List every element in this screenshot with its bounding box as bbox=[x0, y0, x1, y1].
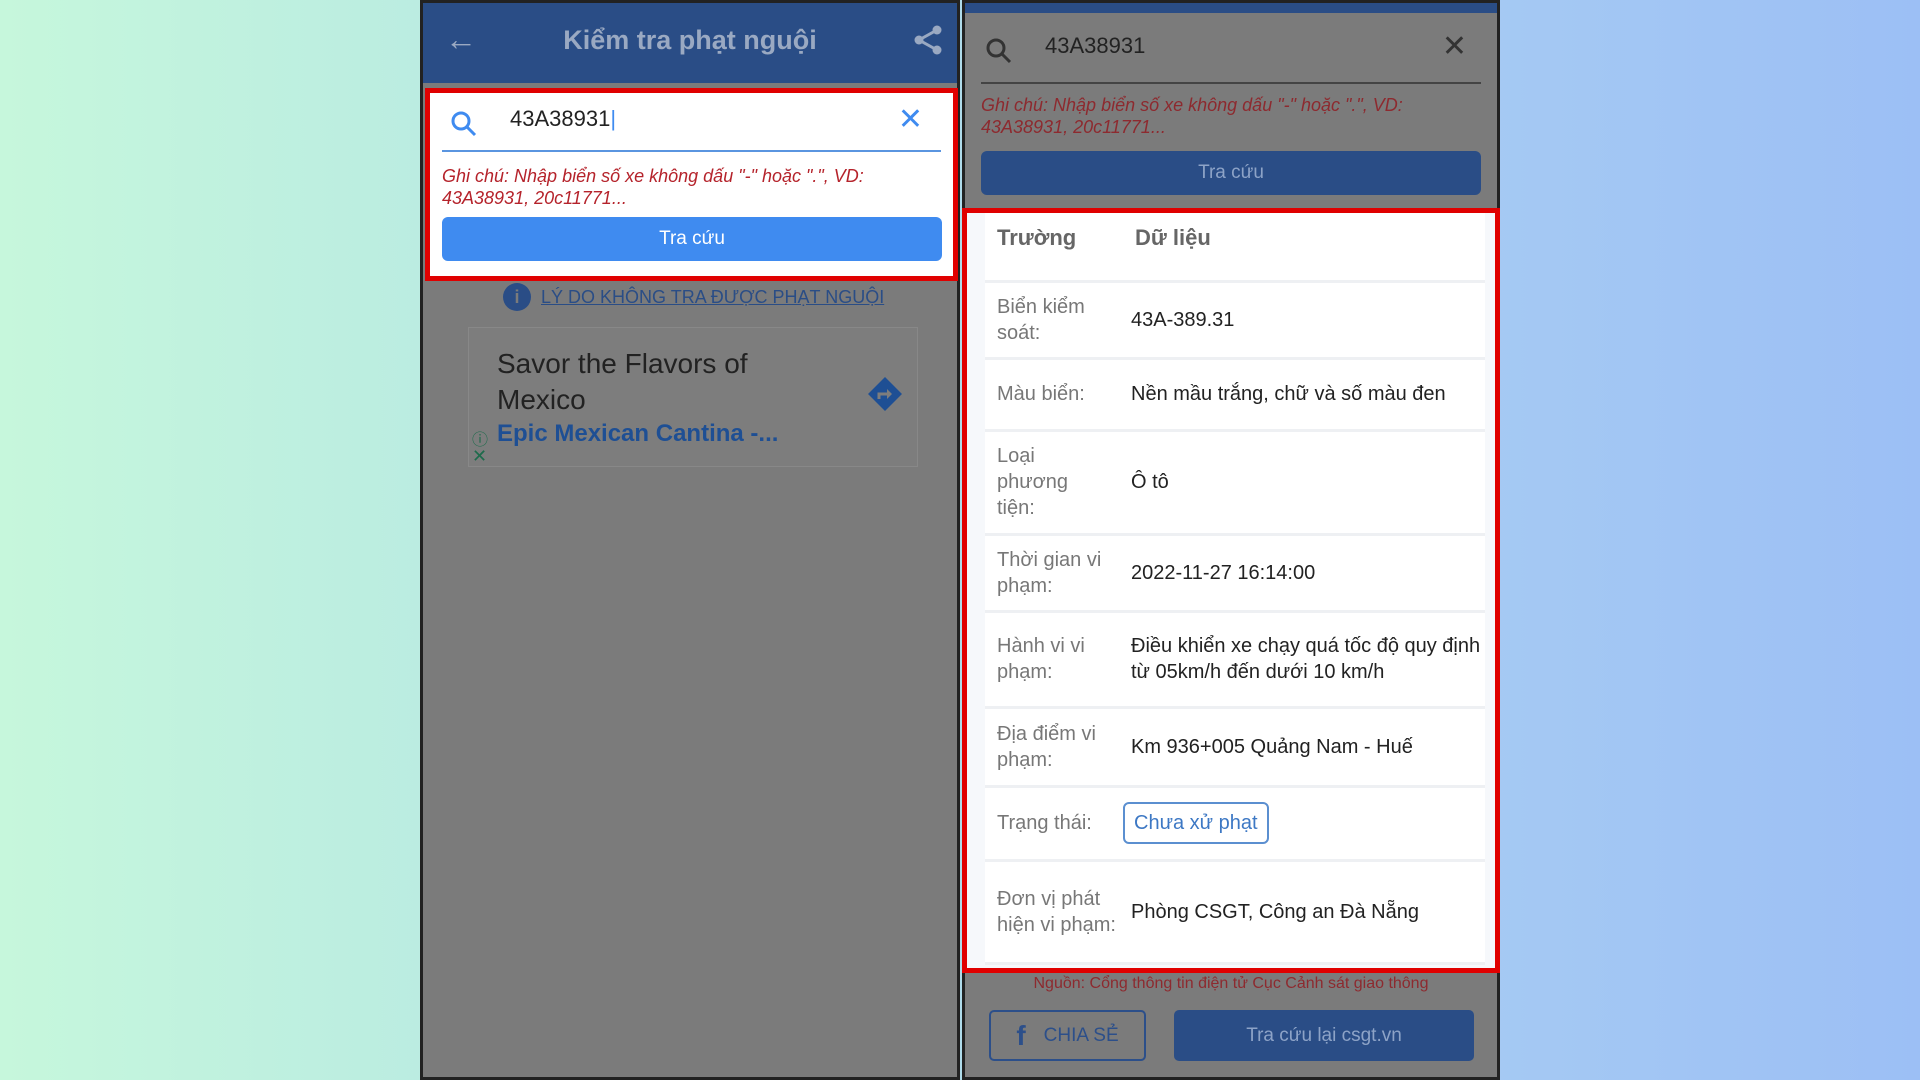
table-row: Biển kiểm soát: 43A-389.31 bbox=[985, 281, 1485, 360]
reason-link-text[interactable]: LÝ DO KHÔNG TRA ĐƯỢC PHẠT NGUỘI bbox=[541, 287, 884, 308]
header-field: Trường bbox=[985, 213, 1123, 283]
table-row: Màu biển: Nền mầu trắng, chữ và số màu đe… bbox=[985, 358, 1485, 432]
input-underline bbox=[442, 150, 941, 152]
reason-link[interactable]: i LÝ DO KHÔNG TRA ĐƯỢC PHẠT NGUỘI bbox=[503, 283, 884, 311]
input-underline bbox=[981, 82, 1481, 84]
search-icon bbox=[450, 110, 478, 143]
share-label: CHIA SẺ bbox=[1043, 1024, 1119, 1046]
page-title: Kiểm tra phạt nguội bbox=[563, 25, 817, 55]
field-label: Địa điểm vi phạm: bbox=[985, 707, 1123, 788]
search-panel: 43A38931| ✕ Ghi chú: Nhập biển số xe khô… bbox=[425, 88, 958, 281]
ad-close-icon[interactable]: ✕ bbox=[472, 446, 487, 467]
field-label: Hành vi vi phạm: bbox=[985, 611, 1123, 709]
clear-search-button[interactable]: ✕ bbox=[1442, 29, 1467, 64]
status-badge: Chưa xử phạt bbox=[1123, 802, 1269, 844]
table-row: Trạng thái: Chưa xử phạt bbox=[985, 786, 1485, 862]
header-data: Dữ liệu bbox=[1123, 213, 1485, 283]
plate-search-input[interactable]: 43A38931 bbox=[1045, 33, 1145, 59]
app-header-strip bbox=[965, 3, 1497, 13]
field-value: 2022-11-27 16:14:00 bbox=[1123, 534, 1485, 613]
share-facebook-button[interactable]: f CHIA SẺ bbox=[989, 1010, 1146, 1061]
plate-search-input[interactable]: 43A38931| bbox=[510, 106, 616, 132]
ad-advertiser[interactable]: Epic Mexican Cantina -... bbox=[497, 420, 778, 448]
input-note: Ghi chú: Nhập biển số xe không dấu "-" h… bbox=[442, 166, 864, 208]
field-label: Trạng thái: bbox=[985, 786, 1123, 862]
field-label: Biển kiểm soát: bbox=[985, 281, 1123, 360]
share-icon[interactable] bbox=[913, 25, 943, 60]
field-value: Nền mầu trắng, chữ và số màu đen bbox=[1123, 358, 1485, 432]
field-label: Thời gian vi phạm: bbox=[985, 534, 1123, 613]
field-value: Ô tô bbox=[1123, 430, 1485, 536]
input-note: Ghi chú: Nhập biển số xe không dấu "-" h… bbox=[981, 95, 1403, 137]
left-phone-screen: ← Kiểm tra phạt nguội 43A38931| ✕ Ghi ch… bbox=[420, 0, 960, 1080]
field-label: Màu biển: bbox=[985, 358, 1123, 432]
field-value: Điều khiển xe chạy quá tốc độ quy định t… bbox=[1123, 611, 1485, 709]
recheck-csgt-button[interactable]: Tra cứu lại csgt.vn bbox=[1174, 1010, 1474, 1061]
clear-search-button[interactable]: ✕ bbox=[898, 102, 923, 137]
right-phone-screen: 43A38931 ✕ Ghi chú: Nhập biển số xe khôn… bbox=[962, 0, 1500, 1080]
search-button[interactable]: Tra cứu bbox=[442, 217, 942, 261]
table-row: Địa điểm vi phạm: Km 936+005 Quảng Nam - … bbox=[985, 707, 1485, 788]
field-label: Loại phương tiện: bbox=[985, 430, 1123, 536]
directions-icon[interactable] bbox=[865, 374, 905, 419]
facebook-icon: f bbox=[1016, 1019, 1026, 1051]
field-value: 43A-389.31 bbox=[1123, 281, 1485, 360]
result-table: Trường Dữ liệu Biển kiểm soát: 43A-389.31 … bbox=[985, 213, 1485, 965]
search-button[interactable]: Tra cứu bbox=[981, 151, 1481, 195]
table-row: Thời gian vi phạm: 2022-11-27 16:14:00 bbox=[985, 534, 1485, 613]
info-icon: i bbox=[503, 283, 531, 311]
app-header: ← Kiểm tra phạt nguội bbox=[423, 3, 957, 83]
search-icon bbox=[985, 37, 1013, 70]
table-row: Đơn vị phát hiện vi phạm: Phòng CSGT, Côn… bbox=[985, 860, 1485, 965]
table-row: Loại phương tiện: Ô tô bbox=[985, 430, 1485, 536]
field-value: Phòng CSGT, Công an Đà Nẵng bbox=[1123, 860, 1485, 965]
field-value: Km 936+005 Quảng Nam - Huế bbox=[1123, 707, 1485, 788]
ad-headline[interactable]: Savor the Flavors of Mexico bbox=[497, 346, 797, 418]
ad-banner[interactable]: Savor the Flavors of Mexico Epic Mexican… bbox=[468, 327, 918, 467]
result-panel: Trường Dữ liệu Biển kiểm soát: 43A-389.31 … bbox=[962, 208, 1500, 973]
source-text: Nguồn: Cổng thông tin điện tử Cục Cảnh s… bbox=[1033, 975, 1429, 992]
field-label: Đơn vị phát hiện vi phạm: bbox=[985, 860, 1123, 965]
table-row: Hành vi vi phạm: Điều khiển xe chạy quá t… bbox=[985, 611, 1485, 709]
